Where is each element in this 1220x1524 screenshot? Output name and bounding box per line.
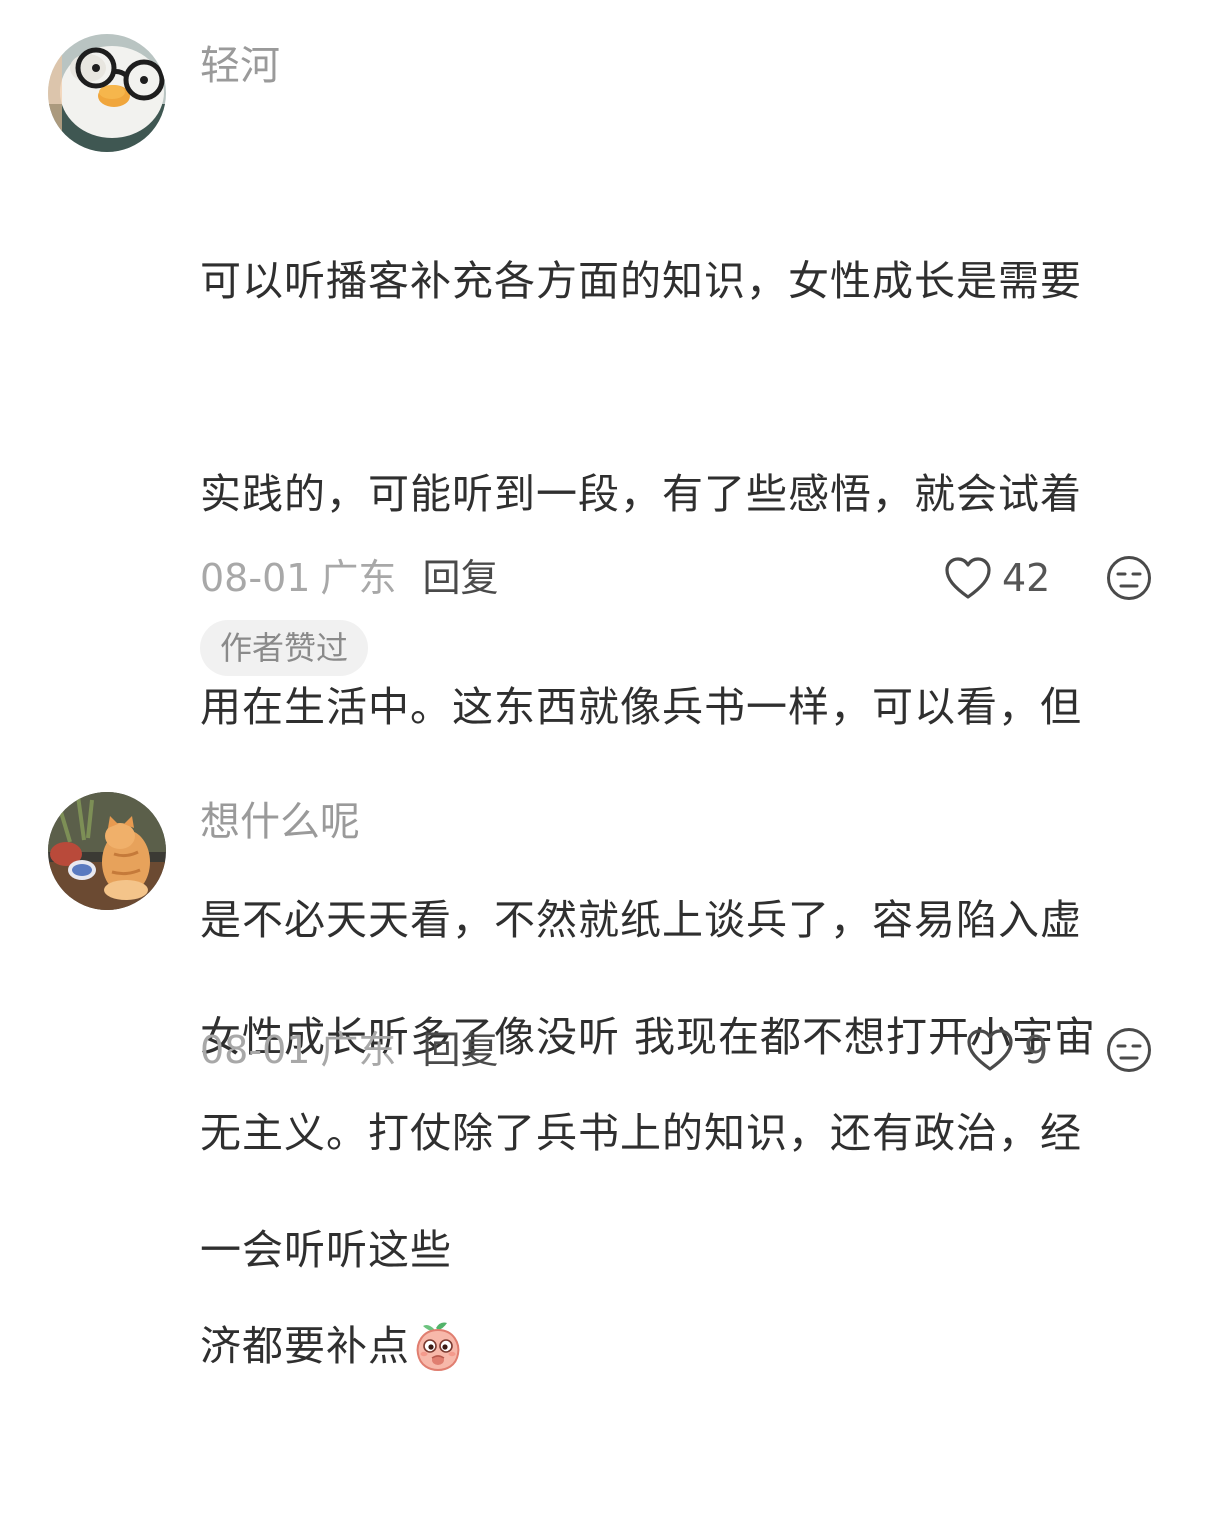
comment-text-line: 实践的，可能听到一段，有了些感悟，就会试着 [200,470,1082,518]
orange-cat-avatar [48,792,166,910]
username[interactable]: 想什么呢 [200,794,360,850]
author-liked-badge: 作者赞过 [200,620,369,676]
dislike-button[interactable] [1106,555,1152,601]
comment-location: 广东 [320,1028,397,1072]
comment-text: 女性成长听多了像没听 我现在都不想打开小宇宙 一会听听这些 [200,860,1150,1428]
comment-item: 轻河 可以听播客补充各方面的知识，女性成长是需要 实践的，可能听到一段，有了些感… [0,0,1220,1372]
avatar[interactable] [48,34,166,152]
dislike-button[interactable] [1106,1027,1152,1073]
comment-text-line: 一会听听这些 [200,1226,452,1274]
username[interactable]: 轻河 [200,38,280,94]
comment-item: 想什么呢 女性成长听多了像没听 我现在都不想打开小宇宙 一会听听这些 08-01… [0,760,1220,1274]
reply-button[interactable]: 回复 [422,1028,498,1072]
comment-date: 08-01 [200,1028,311,1072]
unamused-face-icon [1107,556,1151,600]
comment-text-line: 用在生活中。这东西就像兵书一样，可以看，但 [200,683,1082,731]
heart-outline-icon [945,557,991,599]
comment-text-line: 可以听播客补充各方面的知识，女性成长是需要 [200,257,1082,305]
comment-date: 08-01 [200,556,311,600]
like-count: 9 [1024,1028,1049,1072]
duck-with-glasses-avatar [48,34,166,152]
like-count: 42 [1002,556,1051,600]
unamused-face-icon [1107,1028,1151,1072]
avatar[interactable] [48,792,166,910]
like-button[interactable]: 42 [944,548,1050,608]
reply-button[interactable]: 回复 [422,556,498,600]
like-button[interactable]: 9 [966,1020,1048,1080]
heart-outline-icon [967,1029,1013,1071]
comment-location: 广东 [320,556,397,600]
comment-meta: 08-01 广东 回复 [200,1020,498,1080]
comment-meta: 08-01 广东 回复 [200,548,498,608]
